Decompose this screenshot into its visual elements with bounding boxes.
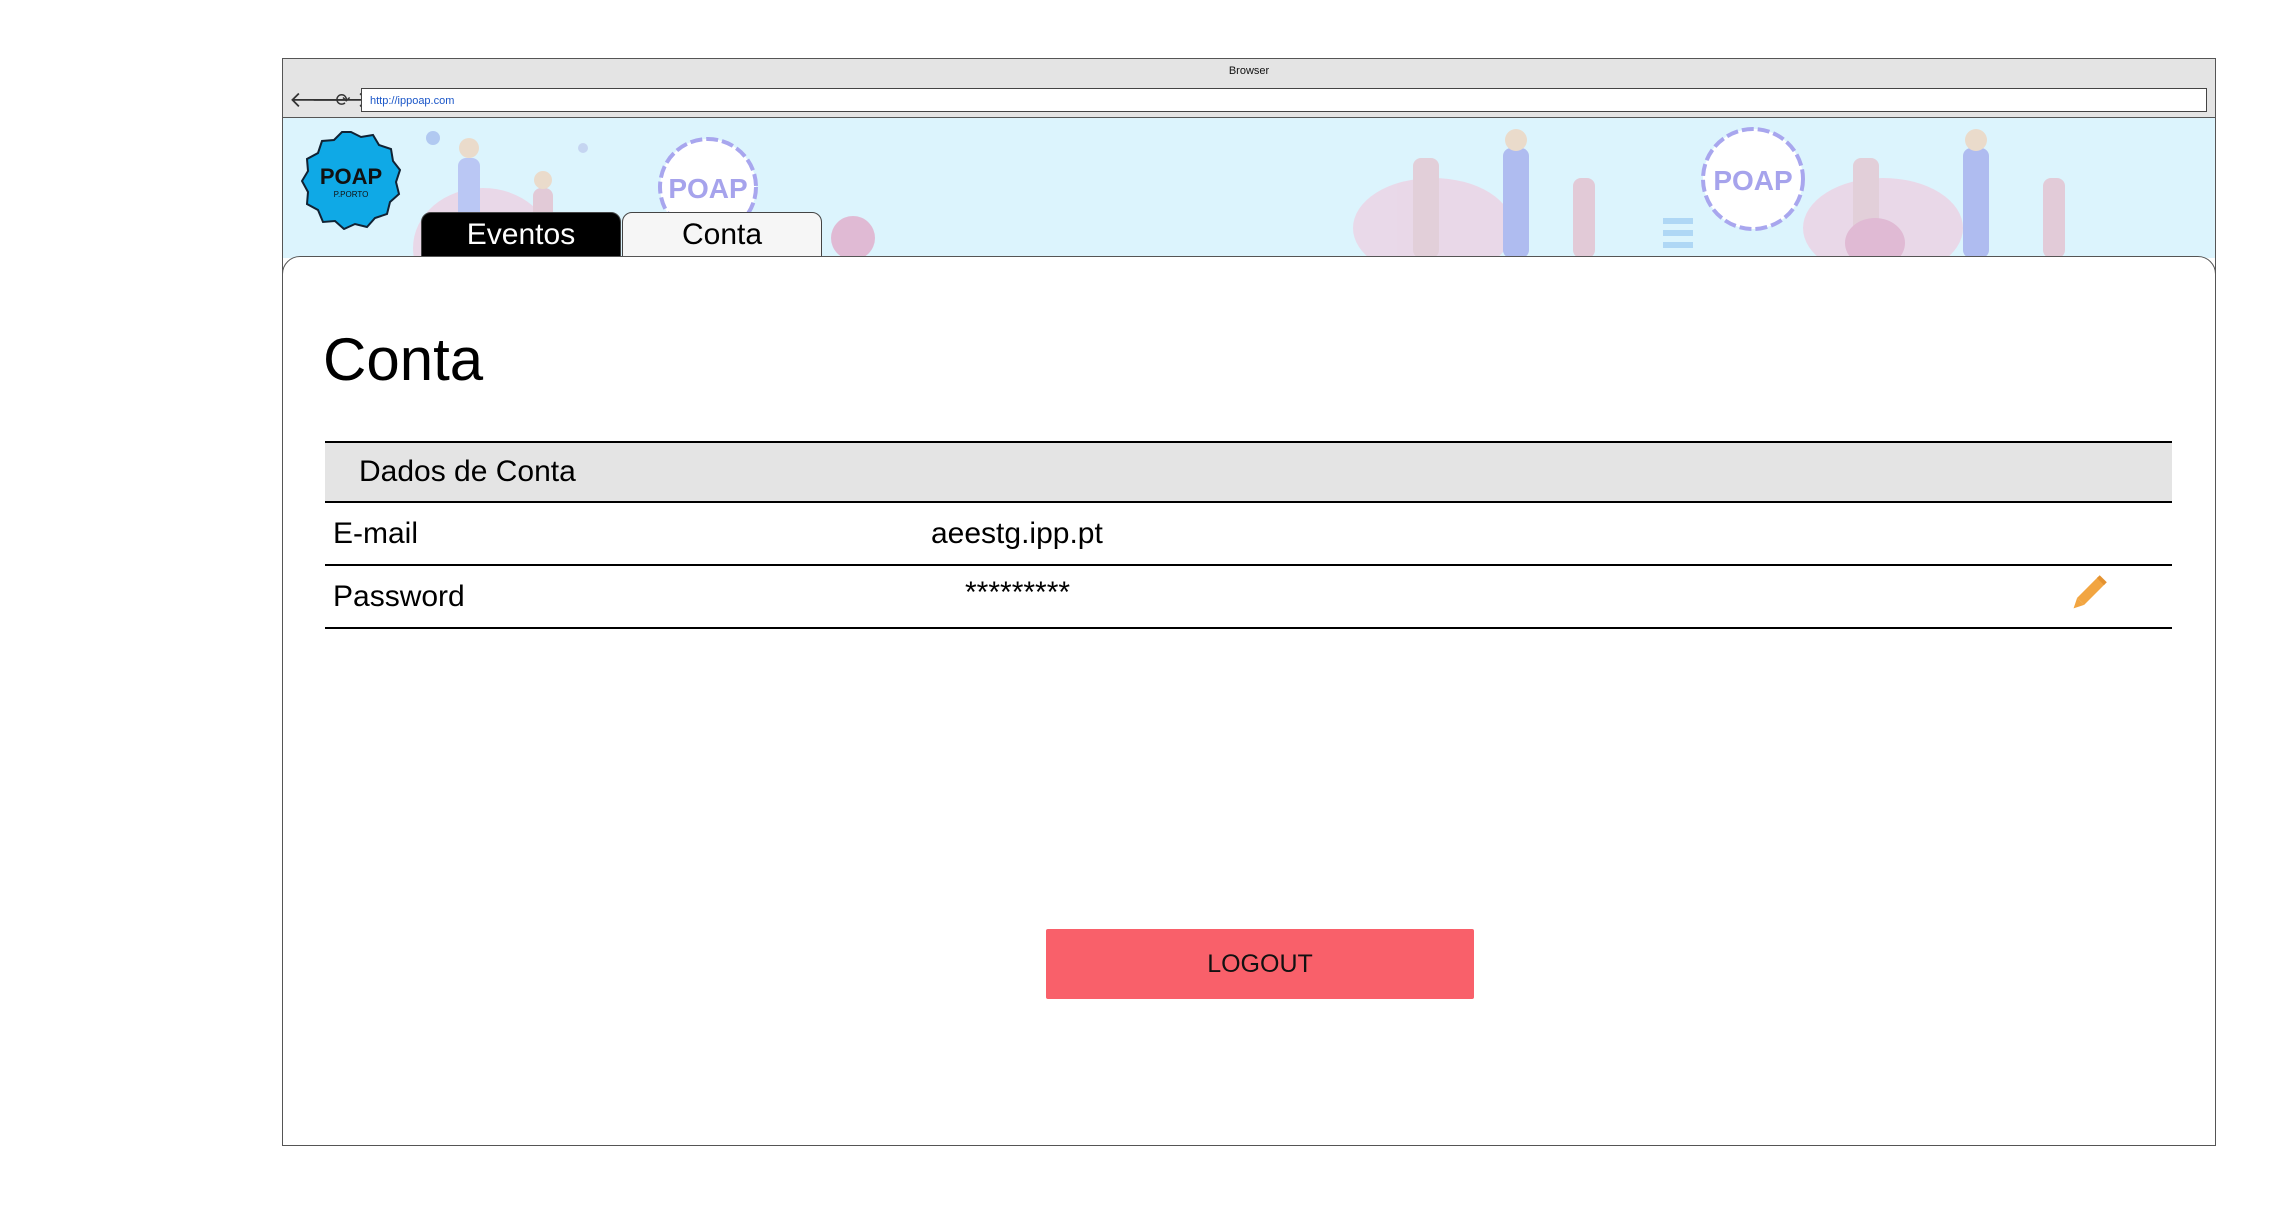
poap-logo[interactable]: POAP P.PORTO <box>301 130 401 230</box>
arrow-left-icon[interactable]: 🡐 <box>289 88 348 112</box>
account-data-table: Dados de Conta E-mail aeestg.ipp.pt Pass… <box>325 441 2172 629</box>
svg-text:POAP: POAP <box>1713 165 1792 196</box>
pencil-icon[interactable] <box>2064 572 2110 618</box>
address-bar[interactable]: http://ippoap.com <box>361 88 2207 112</box>
page-title: Conta <box>323 326 484 393</box>
main-content: Conta Dados de Conta E-mail aeestg.ipp.p… <box>282 256 2216 1146</box>
logo-subtext: P.PORTO <box>334 190 369 199</box>
table-row-email: E-mail aeestg.ipp.pt <box>325 503 2172 566</box>
logo-text: POAP <box>320 164 382 189</box>
password-label: Password <box>333 580 465 613</box>
banner-poap-badge-2: POAP <box>1701 127 1805 231</box>
arrow-right-icon[interactable]: 🡒 <box>311 88 370 112</box>
table-row-password: Password ********* <box>325 566 2172 629</box>
tab-eventos[interactable]: Eventos <box>421 212 621 257</box>
browser-nav-bar: 🡐 🡒 ⟳ http://ippoap.com <box>283 85 2215 118</box>
password-value: ********* <box>965 576 1071 609</box>
email-label: E-mail <box>333 517 419 550</box>
svg-text:POAP: POAP <box>668 173 747 204</box>
email-value: aeestg.ipp.pt <box>931 517 1103 550</box>
table-header: Dados de Conta <box>325 441 2172 503</box>
logout-button[interactable]: LOGOUT <box>1046 929 1474 999</box>
browser-window: Browser 🡐 🡒 ⟳ http://ippoap.com POAP POA… <box>282 58 2216 1146</box>
browser-title: Browser <box>1228 65 1270 77</box>
tab-conta[interactable]: Conta <box>622 212 822 257</box>
reload-icon[interactable]: ⟳ <box>333 88 353 112</box>
